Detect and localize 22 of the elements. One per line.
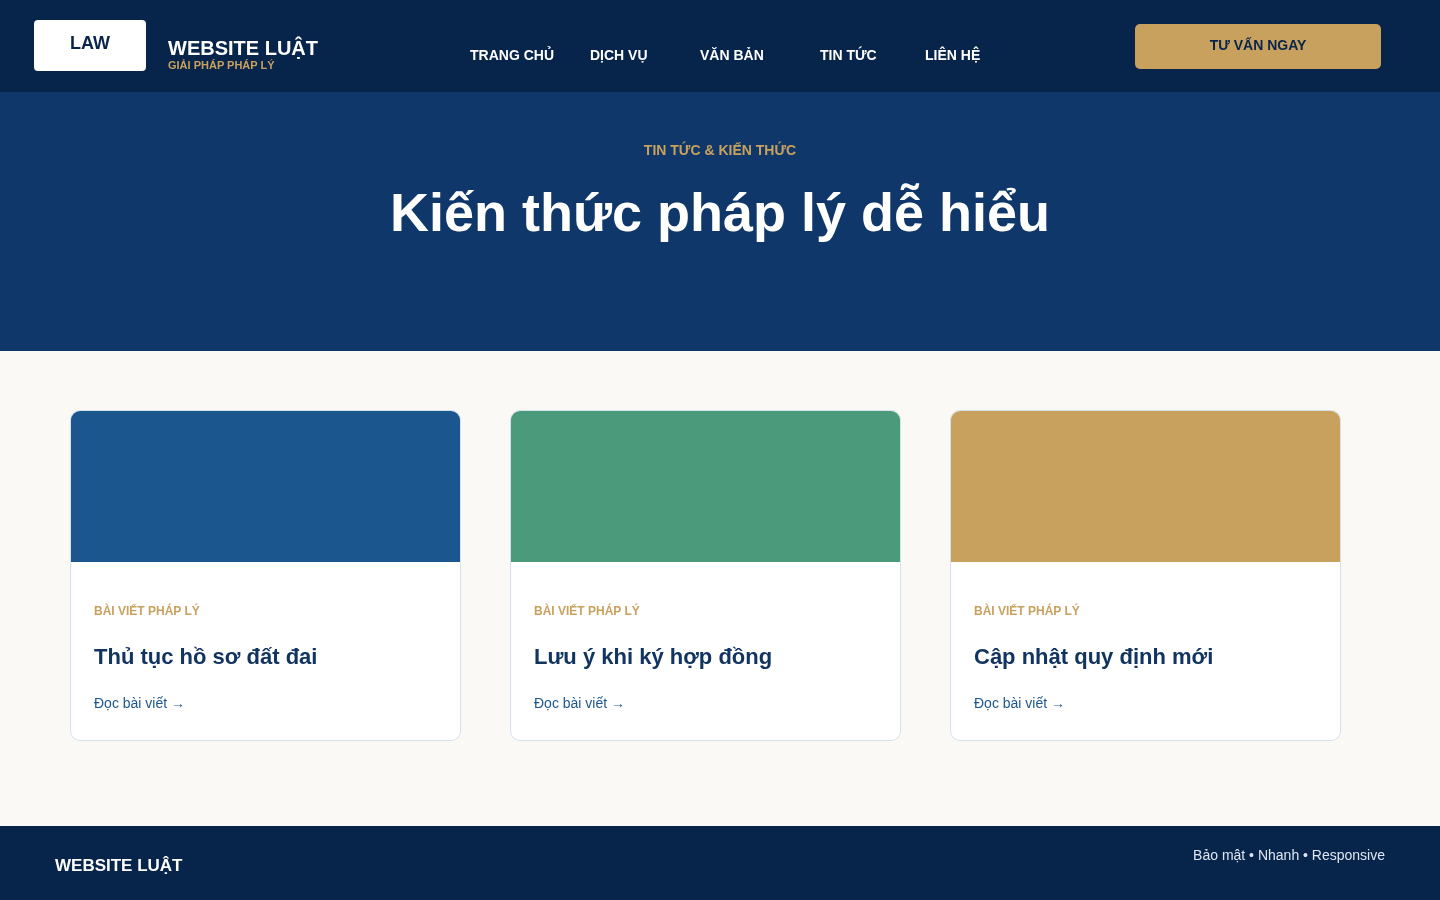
brand-name: WEBSITE LUẬT bbox=[168, 37, 318, 59]
card-category: BÀI VIẾT PHÁP LÝ bbox=[974, 604, 1080, 618]
hero-eyebrow: TIN TỨC & KIẾN THỨC bbox=[643, 142, 797, 158]
card-category: BÀI VIẾT PHÁP LÝ bbox=[94, 604, 200, 618]
nav-link[interactable]: VĂN BẢN bbox=[700, 47, 764, 63]
card-title: Cập nhật quy định mới bbox=[974, 644, 1214, 670]
card-category: BÀI VIẾT PHÁP LÝ bbox=[534, 604, 640, 618]
card-title: Lưu ý khi ký hợp đồng bbox=[534, 644, 773, 670]
nav-link[interactable]: TRANG CHỦ bbox=[470, 47, 554, 63]
read-more-link[interactable]: Đọc bài viết → bbox=[94, 694, 186, 712]
card-title: Thủ tục hồ sơ đất đai bbox=[94, 644, 318, 670]
footer-brand: WEBSITE LUẬT bbox=[55, 856, 183, 876]
nav-link[interactable]: TIN TỨC bbox=[820, 47, 877, 63]
nav-link[interactable]: DỊCH VỤ bbox=[590, 47, 648, 63]
consult-button[interactable]: TƯ VẤN NGAY bbox=[1135, 24, 1381, 69]
footer-features: Bảo mật • Nhanh • Responsive bbox=[1193, 846, 1385, 864]
nav-link[interactable]: LIÊN HỆ bbox=[925, 47, 981, 63]
hero-title: Kiến thức pháp lý dễ hiểu bbox=[389, 182, 1051, 242]
brand-tagline: GIẢI PHÁP PHÁP LÝ bbox=[168, 59, 275, 71]
logo-badge[interactable]: LAW bbox=[34, 20, 146, 71]
read-more-link[interactable]: Đọc bài viết → bbox=[534, 694, 626, 712]
read-more-link[interactable]: Đọc bài viết → bbox=[974, 694, 1066, 712]
